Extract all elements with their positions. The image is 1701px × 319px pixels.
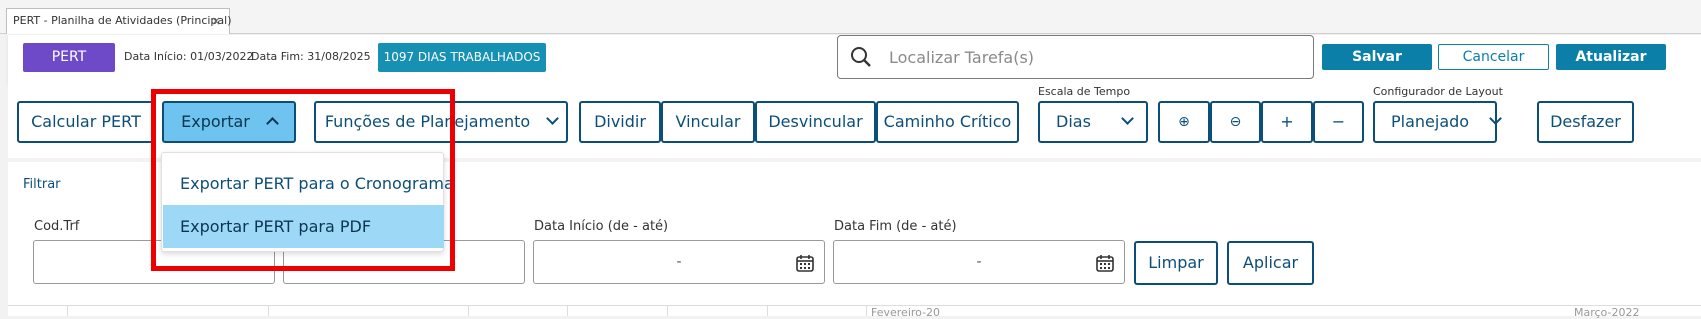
calendar-icon[interactable] — [796, 254, 814, 272]
zoom-out-icon[interactable]: ⊖ — [1210, 101, 1261, 143]
configurador-layout-label: Configurador de Layout — [1373, 85, 1503, 98]
update-button[interactable]: Atualizar — [1556, 44, 1666, 70]
cancel-button[interactable]: Cancelar — [1438, 44, 1549, 70]
chevron-down-icon — [546, 112, 560, 125]
tab-bar: PERT - Planilha de Atividades (Principal… — [0, 0, 1701, 34]
range-separator: - — [676, 254, 682, 270]
escala-tempo-label: Escala de Tempo — [1038, 85, 1131, 98]
limpar-button[interactable]: Limpar — [1134, 241, 1218, 285]
grid-divider — [866, 306, 867, 316]
desfazer-button[interactable]: Desfazer — [1537, 101, 1634, 143]
dividir-button[interactable]: Dividir — [579, 101, 661, 143]
minus-icon[interactable]: − — [1313, 101, 1364, 143]
grid-divider — [468, 306, 469, 316]
desvincular-button[interactable]: Desvincular — [755, 101, 876, 143]
caminho-critico-button[interactable]: Caminho Crítico — [876, 101, 1019, 143]
config-value: Planejado — [1391, 112, 1470, 131]
vincular-button[interactable]: Vincular — [661, 101, 755, 143]
zoom-in-icon[interactable]: ⊕ — [1158, 101, 1210, 143]
filtrar-link[interactable]: Filtrar — [23, 177, 61, 192]
grid-divider — [767, 306, 768, 316]
save-button[interactable]: Salvar — [1322, 44, 1432, 70]
search-input[interactable]: Localizar Tarefa(s) — [837, 35, 1314, 79]
grid-divider — [268, 306, 269, 316]
escala-value: Dias — [1056, 112, 1091, 131]
pert-badge: PERT — [23, 43, 115, 72]
plus-icon[interactable]: + — [1261, 101, 1313, 143]
gantt-grid-header — [8, 305, 1701, 316]
tab-pert-planilha[interactable]: PERT - Planilha de Atividades (Principal… — [6, 8, 232, 34]
search-icon — [851, 47, 871, 67]
data-inicio-range-input[interactable]: - — [533, 240, 825, 284]
data-fim-range-input[interactable]: - — [833, 240, 1125, 284]
tab-title: PERT - Planilha de Atividades (Principal… — [13, 14, 232, 27]
data-fim-filter-label: Data Fim (de - até) — [834, 219, 957, 234]
grid-divider — [567, 306, 568, 316]
month-header: Fevereiro-20 — [871, 306, 941, 319]
data-inicio-text: Data Início: 01/03/2022 — [124, 50, 254, 63]
configurador-layout-select[interactable]: Planejado — [1373, 101, 1502, 143]
highlight-box — [151, 89, 455, 271]
search-placeholder: Localizar Tarefa(s) — [889, 48, 1035, 67]
calcular-pert-button[interactable]: Calcular PERT — [17, 101, 155, 143]
month-header: Março-2022 — [1574, 306, 1640, 319]
aplicar-button[interactable]: Aplicar — [1227, 241, 1314, 285]
cod-trf-label: Cod.Trf — [34, 219, 80, 234]
grid-divider — [67, 306, 68, 316]
close-icon[interactable]: × — [211, 14, 221, 28]
page-header: PERT Data Início: 01/03/2022 Data Fim: 3… — [8, 35, 1701, 83]
escala-tempo-select[interactable]: Dias — [1038, 101, 1148, 143]
chevron-down-icon — [1121, 112, 1134, 125]
data-fim-text: Data Fim: 31/08/2025 — [251, 50, 371, 63]
grid-divider — [667, 306, 668, 316]
calendar-icon[interactable] — [1096, 254, 1114, 272]
data-inicio-filter-label: Data Início (de - até) — [534, 219, 669, 234]
range-separator: - — [976, 254, 982, 270]
dias-trabalhados-badge: 1097 DIAS TRABALHADOS — [378, 43, 546, 72]
